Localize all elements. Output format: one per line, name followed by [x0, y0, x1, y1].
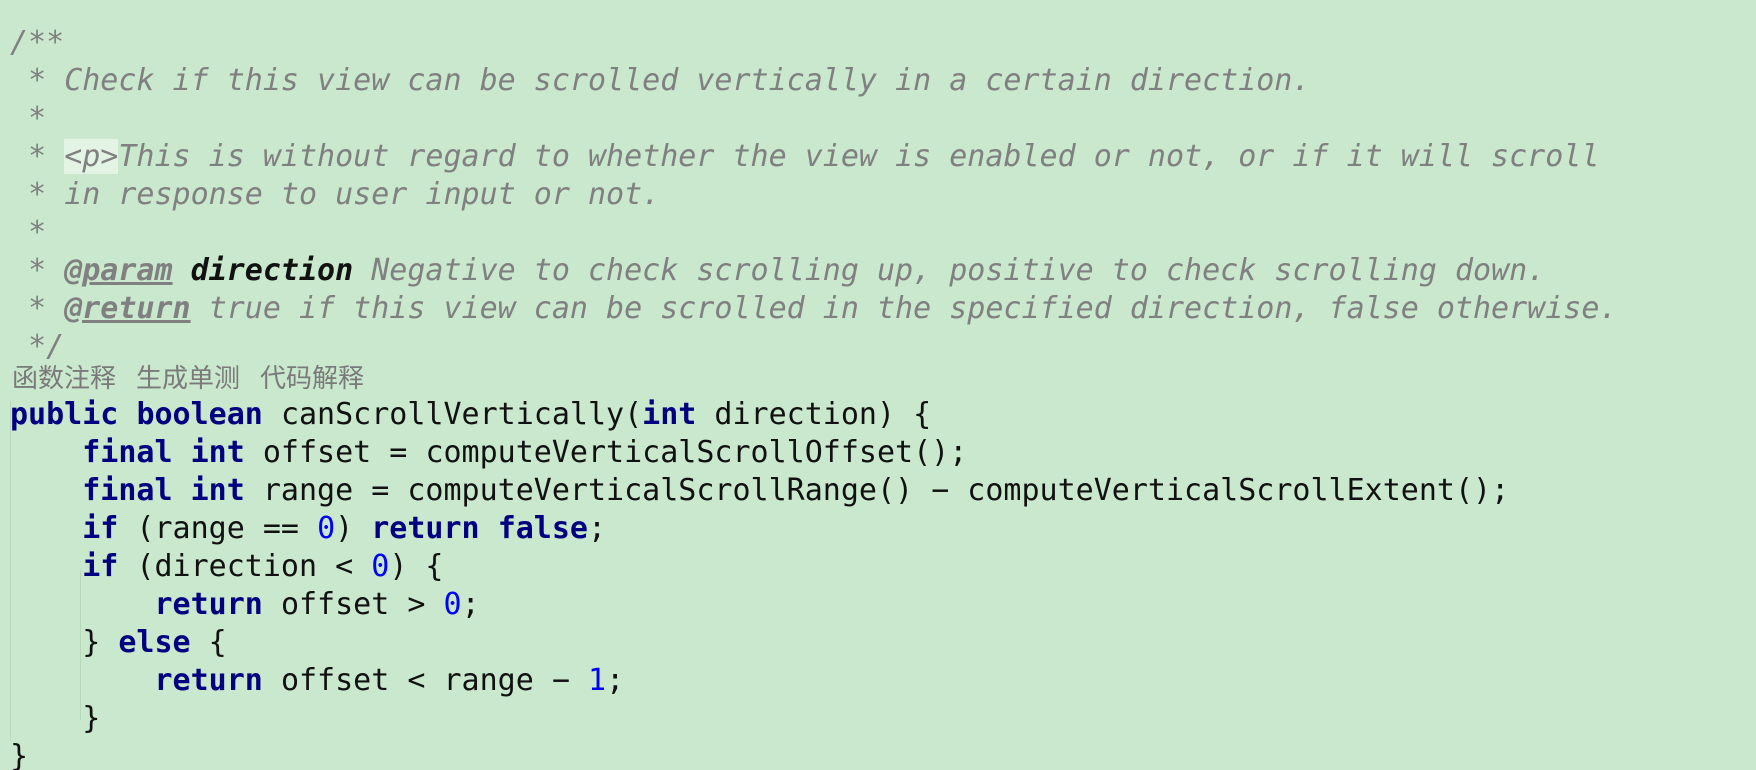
code-line-range-check: if (range == 0) return false;	[82, 511, 607, 546]
doc-comment-blank: *	[28, 101, 47, 136]
param-name: direction	[190, 253, 354, 288]
method-name: canScrollVertically	[280, 397, 625, 432]
doc-comment-paragraph-line-1: * <p>This is without regard to whether t…	[28, 139, 1600, 174]
code-line-offset: final int offset = computeVerticalScroll…	[82, 435, 968, 470]
hint-function-comment[interactable]: 函数注释	[12, 361, 116, 397]
param-tag: @param	[64, 253, 173, 288]
return-tag: @return	[64, 291, 191, 326]
code-line-return-positive: return offset > 0;	[154, 587, 480, 622]
doc-comment-blank: *	[28, 215, 47, 250]
code-line-else: } else {	[10, 625, 227, 660]
doc-comment-summary: * Check if this view can be scrolled ver…	[28, 63, 1311, 98]
hint-generate-unit-test[interactable]: 生成单测	[136, 361, 240, 397]
html-p-tag: <p>	[64, 139, 119, 174]
code-line-direction-check: if (direction < 0) {	[82, 549, 444, 584]
method-signature: public boolean canScrollVertically(int d…	[10, 397, 932, 432]
code-editor[interactable]: /** * Check if this view can be scrolled…	[0, 0, 1756, 770]
doc-comment-paragraph-line-2: * in response to user input or not.	[28, 177, 661, 212]
code-line-close-method: }	[10, 739, 29, 770]
code-vision-hints: 函数注释 生成单测 代码解释	[12, 361, 384, 397]
doc-comment-param: * @param direction Negative to check scr…	[28, 253, 1546, 288]
code-line-close-inner: }	[10, 701, 101, 736]
hint-explain-code[interactable]: 代码解释	[260, 361, 364, 397]
doc-comment-open: /**	[10, 25, 65, 60]
doc-comment-return: * @return true if this view can be scrol…	[28, 291, 1618, 326]
code-line-range: final int range = computeVerticalScrollR…	[82, 473, 1510, 508]
code-line-return-range: return offset < range − 1;	[154, 663, 625, 698]
